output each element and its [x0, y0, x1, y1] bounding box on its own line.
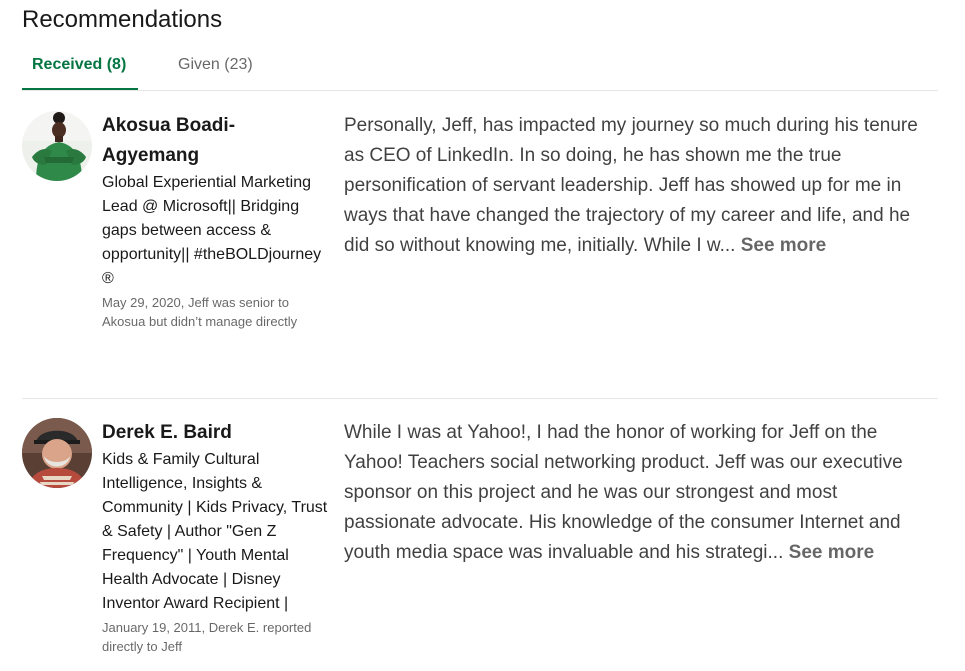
tab-given[interactable]: Given (23)	[168, 50, 263, 88]
recommender-info: Derek E. Baird Kids & Family Cultural In…	[102, 418, 330, 656]
profile-photo-woman-icon	[22, 111, 92, 181]
avatar[interactable]	[22, 418, 92, 488]
recommender-headline: Kids & Family Cultural Intelligence, Ins…	[102, 451, 328, 612]
recommender-name-line-2: Agyemang	[102, 145, 200, 166]
recommender-name[interactable]: Derek E. Baird	[102, 418, 330, 448]
recommendation-text-content: Personally, Jeff, has impacted my journe…	[344, 115, 918, 256]
recommendation-relation: January 19, 2011, Derek E. reported dire…	[102, 620, 312, 654]
recommender-name-line-1: Akosua Boadi-	[102, 115, 236, 136]
recommendation-text: While I was at Yahoo!, I had the honor o…	[344, 418, 934, 568]
recommender-headline: Global Experiential Marketing Lead @ Mic…	[102, 174, 322, 287]
recommendation-item: Derek E. Baird Kids & Family Cultural In…	[22, 418, 938, 671]
tab-received[interactable]: Received (8)	[22, 50, 138, 90]
recommendation-text: Personally, Jeff, has impacted my journe…	[344, 111, 934, 261]
recommendation-relation: May 29, 2020, Jeff was senior to Akosua …	[102, 295, 298, 329]
recommender-name[interactable]: Akosua Boadi- Agyemang	[102, 111, 330, 171]
section-title: Recommendations	[22, 6, 223, 33]
profile-photo-man-icon	[22, 418, 92, 488]
recommendations-tabs: Received (8) Given (23)	[22, 50, 938, 91]
avatar[interactable]	[22, 111, 92, 181]
recommendations-section: Recommendations Received (8) Given (23)	[0, 0, 965, 671]
recommendation-item: Akosua Boadi- Agyemang Global Experientia…	[22, 111, 938, 399]
see-more-link[interactable]: See more	[741, 235, 827, 256]
see-more-link[interactable]: See more	[789, 542, 875, 563]
recommender-info: Akosua Boadi- Agyemang Global Experientia…	[102, 111, 330, 331]
